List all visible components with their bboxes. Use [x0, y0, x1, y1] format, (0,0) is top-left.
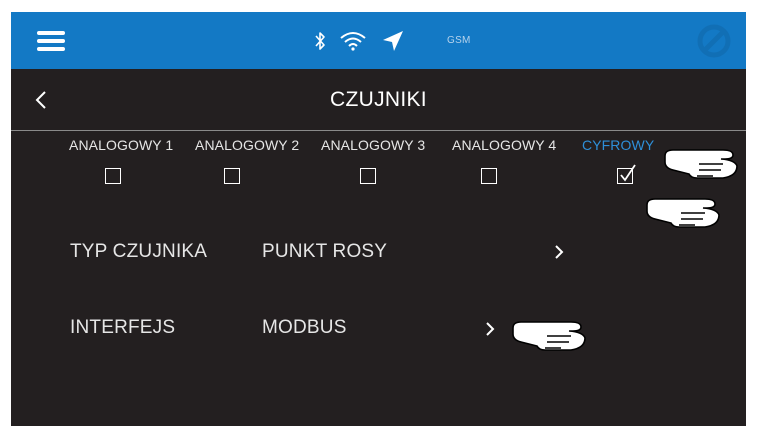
tab-analogowy-2[interactable]: ANALOGOWY 2	[195, 137, 299, 153]
gsm-label: GSM	[447, 35, 471, 46]
setting-label-typ-czujnika: TYP CZUJNIKA	[70, 241, 208, 262]
pointing-hand-icon	[646, 198, 720, 228]
tab-cyfrowy[interactable]: CYFROWY	[582, 137, 654, 153]
pointing-hand-icon	[664, 149, 738, 179]
wifi-icon	[340, 32, 366, 51]
page-header: CZUJNIKI	[11, 69, 746, 131]
chevron-right-icon[interactable]	[553, 243, 565, 261]
logo-icon	[697, 24, 731, 58]
checkmark-icon	[620, 164, 636, 182]
tab-analogowy-3[interactable]: ANALOGOWY 3	[321, 137, 425, 153]
checkbox-analogowy-1[interactable]	[105, 168, 121, 184]
menu-icon[interactable]	[37, 31, 65, 51]
chevron-right-icon[interactable]	[484, 320, 496, 338]
setting-label-interfejs: INTERFEJS	[70, 317, 176, 338]
page-title: CZUJNIKI	[330, 88, 427, 111]
tab-analogowy-4[interactable]: ANALOGOWY 4	[452, 137, 556, 153]
checkbox-analogowy-3[interactable]	[360, 168, 376, 184]
checkbox-analogowy-4[interactable]	[481, 168, 497, 184]
checkbox-cyfrowy[interactable]	[617, 164, 636, 184]
setting-value-punkt-rosy[interactable]: PUNKT ROSY	[262, 241, 387, 263]
device-screen: GSM CZUJNIKI	[11, 12, 746, 426]
checkbox-analogowy-2[interactable]	[224, 168, 240, 184]
bluetooth-icon	[315, 32, 325, 50]
setting-value-modbus[interactable]: MODBUS	[262, 317, 347, 339]
tab-analogowy-1[interactable]: ANALOGOWY 1	[69, 137, 173, 153]
top-status-bar: GSM	[11, 12, 746, 69]
location-arrow-icon	[383, 31, 403, 51]
pointing-hand-icon	[512, 321, 586, 351]
